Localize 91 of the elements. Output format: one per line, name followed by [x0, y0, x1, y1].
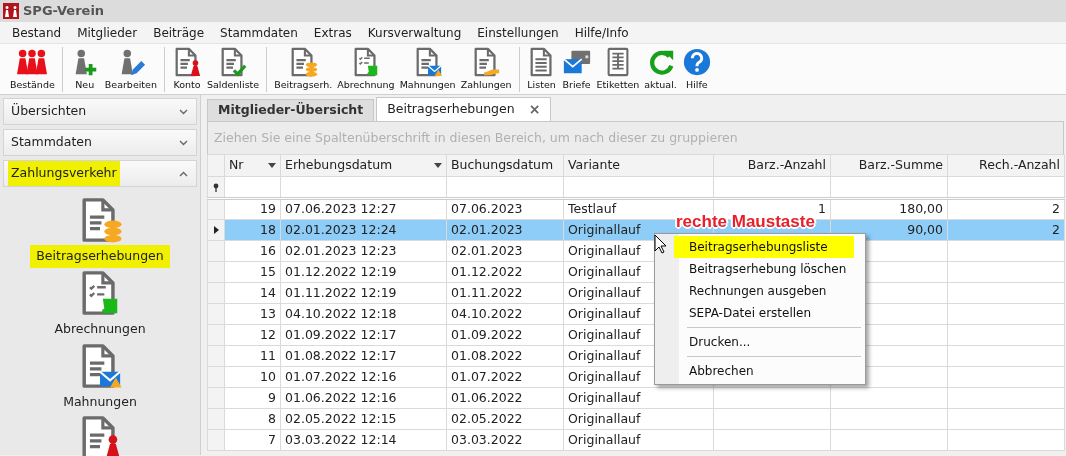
- column-header[interactable]: Buchungsdatum: [446, 154, 564, 177]
- menu-item[interactable]: Einstellungen: [469, 23, 567, 42]
- table-cell: 01.08.2022: [446, 345, 564, 367]
- table-cell: 07.06.2023: [446, 198, 564, 220]
- table-cell: Originallauf: [563, 387, 714, 409]
- toolbar-button[interactable]: Saldenliste: [204, 47, 262, 92]
- table-cell: 03.03.2022: [446, 429, 564, 451]
- menu-item[interactable]: Stammdaten: [212, 23, 306, 42]
- table-cell: 14: [224, 282, 281, 304]
- toolbar-button[interactable]: Bearbeiten: [102, 47, 159, 92]
- toolbar-button[interactable]: Mahnungen: [397, 47, 458, 92]
- filter-cell[interactable]: [830, 176, 948, 199]
- menu-item[interactable]: Mitglieder: [69, 23, 146, 42]
- sidebar-group-header[interactable]: Übersichten: [3, 98, 197, 125]
- menu-item[interactable]: Extras: [305, 23, 360, 42]
- table-cell: 01.12.2022 12:19: [280, 261, 447, 283]
- table-cell: 180,00: [830, 198, 948, 220]
- table-cell: 04.10.2022: [446, 303, 564, 325]
- table-cell: 19: [224, 198, 281, 220]
- table-cell: 02.01.2023 12:23: [280, 240, 447, 262]
- sidebar-group-header[interactable]: Zahlungsverkehr: [3, 160, 197, 187]
- menu-item[interactable]: Kursverwaltung: [359, 23, 470, 42]
- table-cell: 01.09.2022: [446, 324, 564, 346]
- toolbar-button[interactable]: Hilfe: [679, 47, 714, 92]
- toolbar-button[interactable]: Briefe: [559, 47, 594, 92]
- toolbar-button[interactable]: Etiketten: [594, 47, 642, 92]
- dropdown-arrow-icon[interactable]: [268, 163, 276, 168]
- toolbar-button[interactable]: Beitragserh.: [272, 47, 335, 92]
- table-cell: Originallauf: [563, 429, 714, 451]
- filter-cell[interactable]: [224, 176, 281, 199]
- group-panel-hint: Ziehen Sie eine Spaltenüberschrift in diesen Bereich, um nach dieser zu gruppieren: [207, 121, 1064, 154]
- table-cell: 02.05.2022: [446, 408, 564, 430]
- menu-item[interactable]: Hilfe/Info: [566, 23, 637, 42]
- table-cell: 2: [947, 198, 1065, 220]
- table-cell: 03.03.2022 12:14: [280, 429, 447, 451]
- table-cell: 01.07.2022: [446, 366, 564, 388]
- table-cell: 02.01.2023: [446, 240, 564, 262]
- filter-cell[interactable]: [563, 176, 714, 199]
- sidebar-nav-item[interactable]: Abrechnungen: [48, 269, 152, 341]
- close-button[interactable]: ×: [528, 99, 541, 120]
- column-header[interactable]: Nr: [224, 154, 281, 177]
- table-cell: 01.08.2022 12:17: [280, 345, 447, 367]
- table-cell: 07.06.2023 12:27: [280, 198, 447, 220]
- toolbar-button[interactable]: Listen: [524, 47, 559, 92]
- table-cell: 15: [224, 261, 281, 283]
- table-cell: 01.09.2022 12:17: [280, 324, 447, 346]
- table-cell: 11: [224, 345, 281, 367]
- dropdown-arrow-icon[interactable]: [434, 163, 442, 168]
- table-cell: Originallauf: [563, 408, 714, 430]
- filter-cell[interactable]: [713, 176, 831, 199]
- menu-item[interactable]: Beiträge: [145, 23, 213, 42]
- filter-cell[interactable]: [446, 176, 564, 199]
- pawns-icon: [17, 47, 48, 77]
- sidebar-nav-item[interactable]: Mahnungen: [57, 342, 143, 414]
- table-cell: 16: [224, 240, 281, 262]
- table-cell: 8: [224, 408, 281, 430]
- table-cell: 01.06.2022 12:16: [280, 387, 447, 409]
- table-cell: 12: [224, 324, 281, 346]
- toolbar-button[interactable]: aktual.: [642, 47, 679, 92]
- column-header[interactable]: Variante: [563, 154, 714, 177]
- help-icon: [681, 47, 712, 77]
- tab[interactable]: Beitragserhebungen ×: [376, 97, 552, 121]
- column-header[interactable]: Erhebungsdatum: [280, 154, 447, 177]
- filter-cell[interactable]: [280, 176, 447, 199]
- toolbar-button[interactable]: Abrechnung: [335, 47, 397, 92]
- filter-cell[interactable]: [947, 176, 1065, 199]
- table-cell: 01.11.2022 12:19: [280, 282, 447, 304]
- column-header[interactable]: Barz.-Anzahl: [713, 154, 831, 177]
- table-cell: 10: [224, 366, 281, 388]
- table-cell: 01.12.2022: [446, 261, 564, 283]
- toolbar-button[interactable]: Zahlungen: [458, 47, 514, 92]
- app-logo-icon: [3, 3, 19, 19]
- tab[interactable]: Mitglieder-Übersicht: [207, 99, 375, 121]
- toolbar-button[interactable]: Konto: [169, 47, 204, 92]
- toolbar-button[interactable]: Neu: [67, 47, 102, 92]
- sidebar-group-header[interactable]: Stammdaten: [3, 129, 197, 156]
- table-cell: 01.06.2022: [446, 387, 564, 409]
- column-header[interactable]: Barz.-Summe: [830, 154, 948, 177]
- menu-item[interactable]: Bestand: [4, 23, 70, 42]
- toolbar-button[interactable]: Bestände: [8, 47, 57, 92]
- column-header[interactable]: Rech.-Anzahl: [947, 154, 1065, 177]
- table-cell: 13: [224, 303, 281, 325]
- table-cell: 04.10.2022 12:18: [280, 303, 447, 325]
- table-cell: 02.05.2022 12:15: [280, 408, 447, 430]
- window-title: SPG-Verein: [23, 2, 105, 21]
- table-cell: 7: [224, 429, 281, 451]
- filter-pin-icon: [213, 182, 219, 192]
- table-cell: 01.11.2022: [446, 282, 564, 304]
- table-cell: 9: [224, 387, 281, 409]
- table-cell: 01.07.2022 12:16: [280, 366, 447, 388]
- sidebar-nav-item[interactable]: Beitragserhebungen: [30, 197, 170, 268]
